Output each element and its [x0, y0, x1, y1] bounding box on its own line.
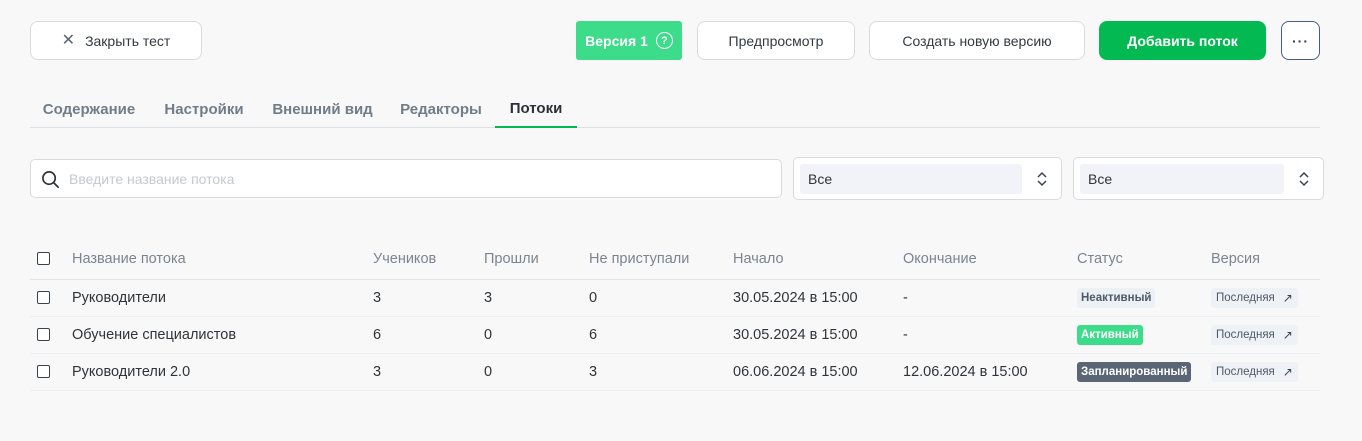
end-date: 12.06.2024 в 15:00 [903, 353, 1077, 391]
version-link-label: Последняя [1216, 291, 1275, 304]
students-count: 3 [373, 279, 484, 317]
version-button[interactable]: Версия 1 ? [576, 21, 682, 60]
search-input[interactable] [69, 168, 769, 190]
close-icon: ✕ [61, 31, 76, 49]
create-new-version-button[interactable]: Создать новую версию [869, 21, 1085, 60]
tab-editors[interactable]: Редакторы [389, 90, 493, 128]
close-test-button[interactable]: ✕ Закрыть тест [30, 21, 202, 60]
external-link-icon: ↗ [1282, 290, 1293, 305]
filter-select-1-value: Все [800, 164, 1022, 194]
start-date: 06.06.2024 в 15:00 [733, 353, 903, 391]
column-header-not-started[interactable]: Не приступали [589, 239, 733, 280]
end-date: - [903, 316, 1077, 354]
passed-count: 0 [484, 316, 589, 354]
select-all-checkbox[interactable] [37, 252, 50, 266]
version-link-label: Последняя [1216, 365, 1275, 378]
close-test-label: Закрыть тест [85, 32, 171, 49]
column-header-version[interactable]: Версия [1211, 239, 1320, 280]
tab-bar: Содержание Настройки Внешний вид Редакто… [30, 90, 1320, 128]
not-started-count: 6 [589, 316, 733, 354]
status-badge: Неактивный [1077, 287, 1156, 308]
tab-content[interactable]: Содержание [30, 90, 148, 128]
column-header-status[interactable]: Статус [1077, 239, 1211, 280]
version-link-label: Последняя [1216, 328, 1275, 341]
search-box [30, 159, 782, 198]
preview-label: Предпросмотр [728, 32, 824, 49]
tab-settings[interactable]: Настройки [152, 90, 256, 128]
stream-name[interactable]: Руководители 2.0 [72, 353, 373, 391]
help-icon[interactable]: ? [655, 32, 673, 49]
column-header-passed[interactable]: Прошли [484, 239, 589, 280]
column-header-students[interactable]: Учеников [373, 239, 484, 280]
column-header-start[interactable]: Начало [733, 239, 903, 280]
filter-select-2-value: Все [1080, 164, 1284, 194]
chevron-up-down-icon [1037, 171, 1047, 187]
column-header-end[interactable]: Окончание [903, 239, 1077, 280]
chevron-up-down-icon [1299, 171, 1309, 187]
more-options-button[interactable]: ··· [1281, 21, 1320, 60]
filter-select-1[interactable]: Все [793, 157, 1062, 200]
version-link[interactable]: Последняя ↗ [1211, 324, 1298, 345]
version-link[interactable]: Последняя ↗ [1211, 361, 1298, 382]
table-header-row: Название потока Учеников Прошли Не прист… [30, 239, 1320, 280]
add-stream-label: Добавить поток [1127, 32, 1238, 49]
status-badge: Активный [1077, 324, 1143, 345]
table-row[interactable]: Руководители 2.0 3 0 3 06.06.2024 в 15:0… [30, 353, 1320, 391]
end-date: - [903, 279, 1077, 317]
passed-count: 3 [484, 279, 589, 317]
version-label: Версия 1 [585, 32, 648, 49]
tab-appearance[interactable]: Внешний вид [260, 90, 385, 128]
more-icon: ··· [1292, 32, 1309, 49]
column-header-name[interactable]: Название потока [72, 239, 373, 280]
table-row[interactable]: Обучение специалистов 6 0 6 30.05.2024 в… [30, 316, 1320, 354]
students-count: 3 [373, 353, 484, 391]
filter-select-2[interactable]: Все [1073, 157, 1324, 200]
row-checkbox[interactable] [37, 365, 50, 379]
external-link-icon: ↗ [1282, 364, 1293, 379]
preview-button[interactable]: Предпросмотр [697, 21, 855, 60]
external-link-icon: ↗ [1282, 327, 1293, 342]
passed-count: 0 [484, 353, 589, 391]
stream-name[interactable]: Обучение специалистов [72, 316, 373, 354]
stream-name[interactable]: Руководители [72, 279, 373, 317]
not-started-count: 3 [589, 353, 733, 391]
start-date: 30.05.2024 в 15:00 [733, 316, 903, 354]
start-date: 30.05.2024 в 15:00 [733, 279, 903, 317]
row-checkbox[interactable] [37, 291, 50, 305]
status-badge: Запланированный [1077, 361, 1192, 382]
create-new-version-label: Создать новую версию [902, 32, 1052, 49]
table-row[interactable]: Руководители 3 3 0 30.05.2024 в 15:00 - … [30, 279, 1320, 317]
search-icon [42, 171, 59, 188]
row-checkbox[interactable] [37, 328, 50, 342]
version-link[interactable]: Последняя ↗ [1211, 287, 1298, 308]
add-stream-button[interactable]: Добавить поток [1099, 21, 1266, 60]
students-count: 6 [373, 316, 484, 354]
streams-table: Название потока Учеников Прошли Не прист… [30, 239, 1320, 391]
tab-streams[interactable]: Потоки [495, 90, 577, 128]
not-started-count: 0 [589, 279, 733, 317]
